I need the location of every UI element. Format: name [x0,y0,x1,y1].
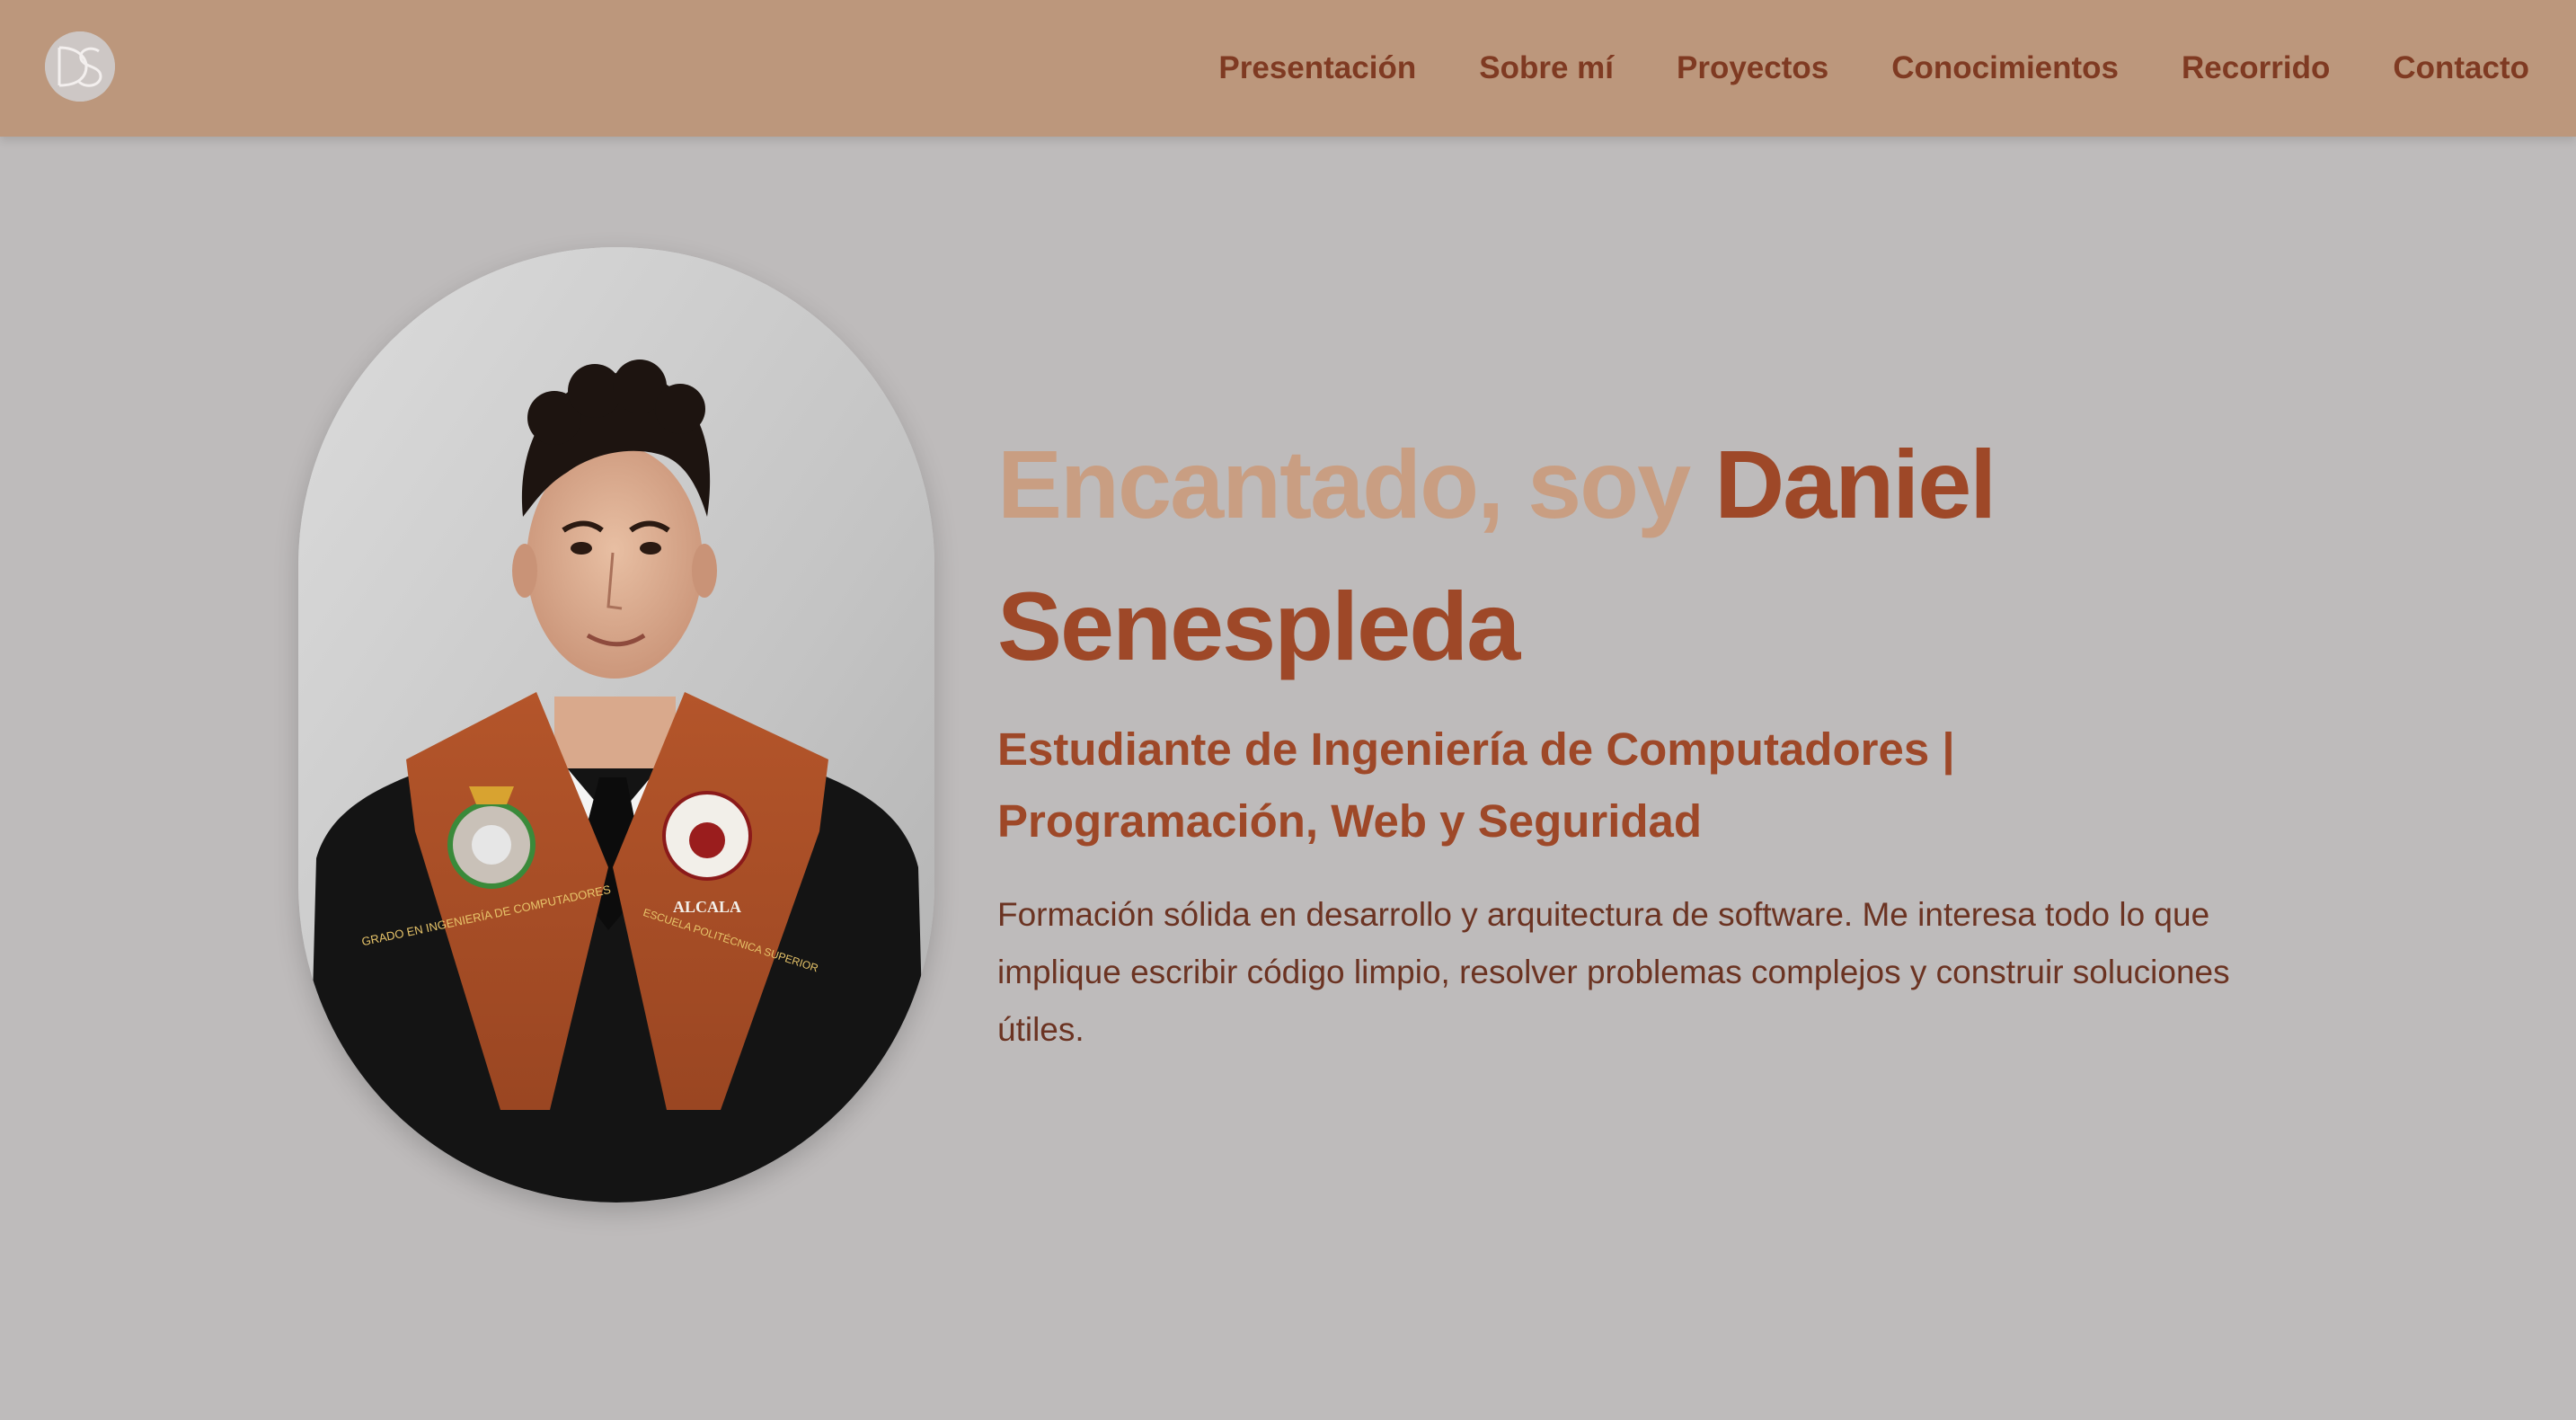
nav-link-sobre-mi[interactable]: Sobre mí [1479,50,1614,86]
logo-icon[interactable] [45,31,115,102]
nav-link-recorrido[interactable]: Recorrido [2182,50,2330,86]
nav-link-contacto[interactable]: Contacto [2393,50,2529,86]
nav-link-conocimientos[interactable]: Conocimientos [1891,50,2119,86]
hero-description: Formación sólida en desarrollo y arquite… [997,896,2230,1048]
nav-link-presentacion[interactable]: Presentación [1218,50,1416,86]
nav-link-proyectos[interactable]: Proyectos [1677,50,1828,86]
nav-links: Presentación Sobre mí Proyectos Conocimi… [1218,0,2529,137]
svg-text:ALCALA: ALCALA [673,898,741,916]
graduate-portrait-illustration: GRADO EN INGENIERÍA DE COMPUTADORES ALCA… [298,247,934,1203]
top-navbar: Presentación Sobre mí Proyectos Conocimi… [0,0,2576,137]
hero-text-block: Encantado, soy Daniel Senespleda Estudia… [997,413,2273,1059]
monogram-logo-graphic [45,31,115,102]
hero-greeting: Encantado, soy [997,430,1715,538]
profile-photo: GRADO EN INGENIERÍA DE COMPUTADORES ALCA… [298,247,934,1203]
hero-title: Encantado, soy Daniel Senespleda [997,413,2273,697]
hero-subtitle: Estudiante de Ingeniería de Computadores… [997,723,1955,847]
